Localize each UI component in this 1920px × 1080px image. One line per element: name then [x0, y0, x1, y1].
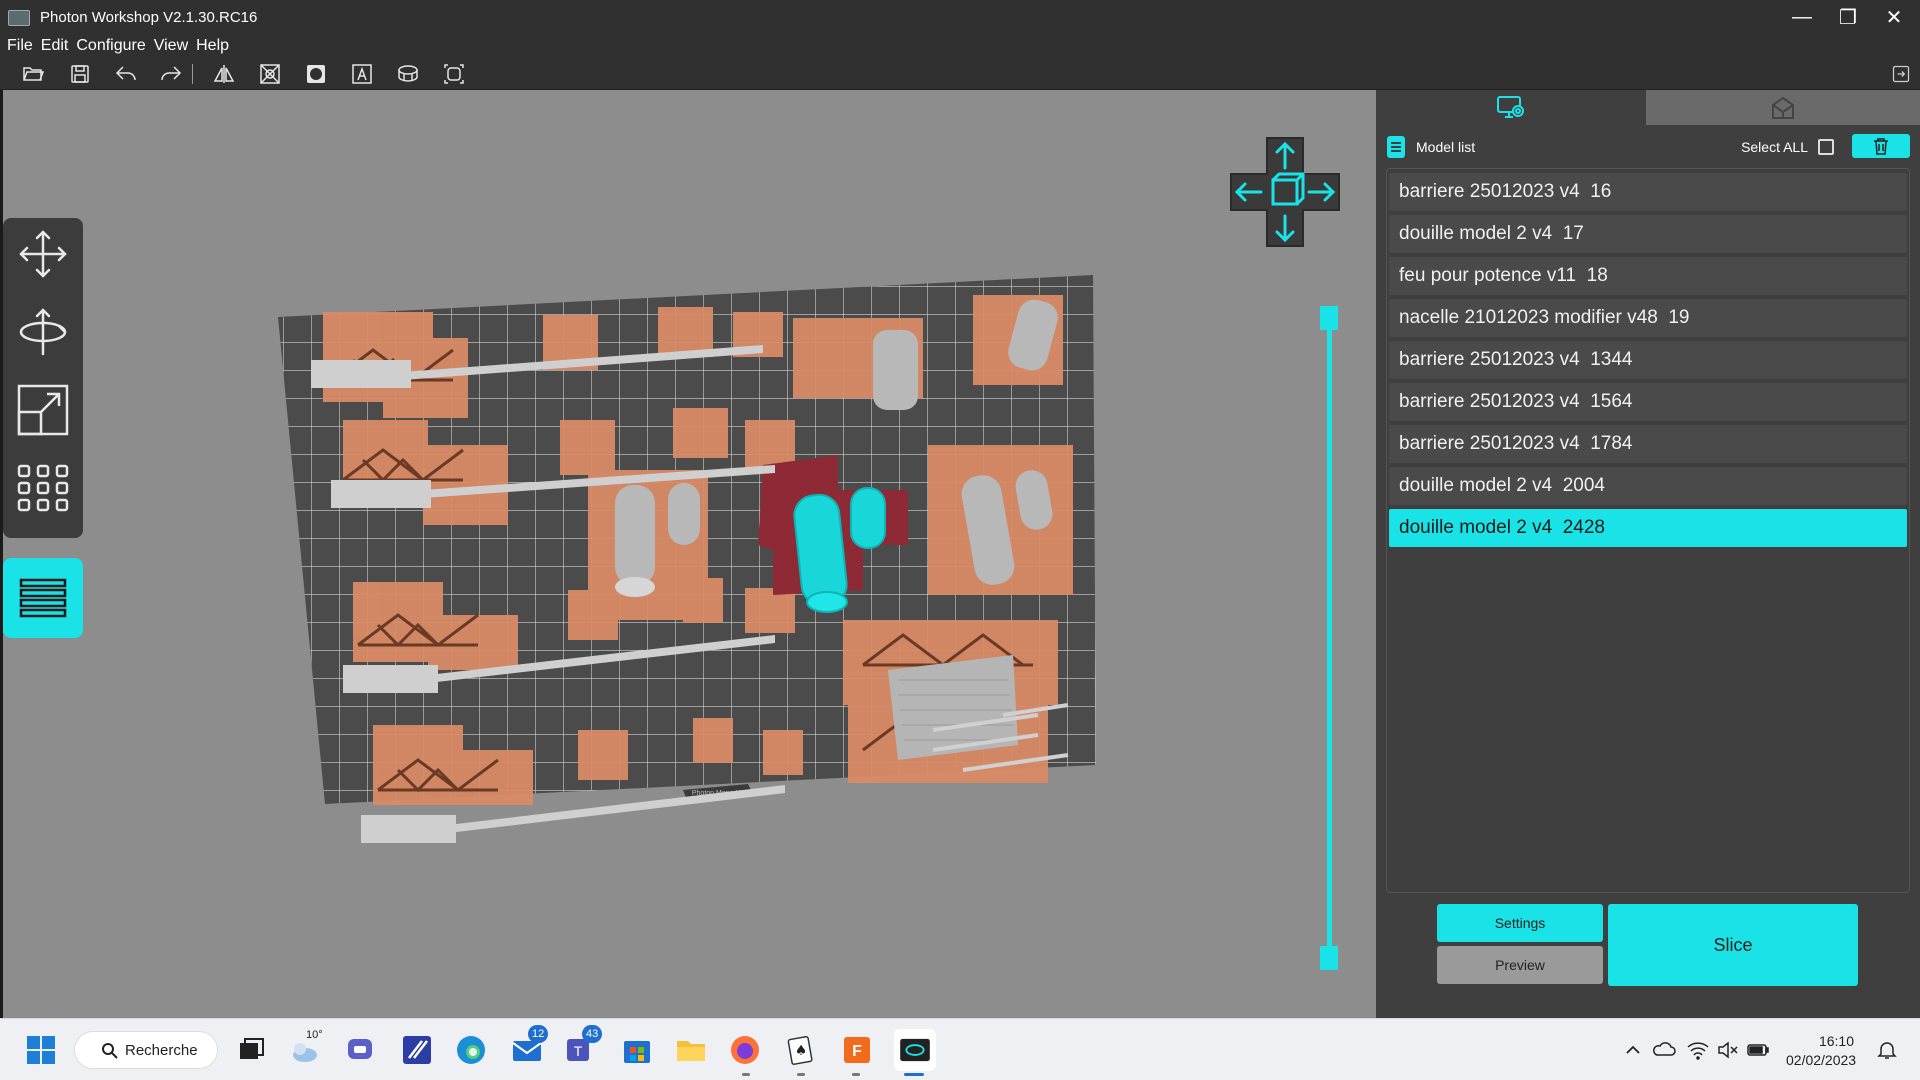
transform-toolbar: [3, 218, 83, 538]
build-plate: Photon Mono X: [3, 90, 1376, 1018]
trash-icon: [1874, 138, 1888, 155]
tab-model-settings[interactable]: [1376, 90, 1646, 125]
slice-button[interactable]: Slice: [1608, 904, 1858, 986]
exit-panel-icon[interactable]: [1891, 64, 1911, 84]
select-all-box[interactable]: [1818, 139, 1834, 155]
model-list-title: Model list: [1416, 139, 1476, 155]
edge-browser-icon[interactable]: [454, 1033, 488, 1067]
notifications-icon[interactable]: [1876, 1039, 1898, 1061]
window-controls: — ❐ ✕: [1790, 0, 1906, 35]
svg-text:♠: ♠: [795, 1043, 808, 1059]
menu-edit[interactable]: Edit: [41, 37, 69, 55]
tab-printer-settings[interactable]: [1646, 90, 1920, 125]
printer-icon: [1772, 96, 1794, 119]
settings-button[interactable]: Settings: [1437, 904, 1603, 942]
photon-workshop-taskbar-icon[interactable]: [894, 1029, 936, 1071]
select-all-label: Select ALL: [1741, 139, 1808, 155]
onedrive-icon[interactable]: [1652, 1039, 1676, 1061]
right-panel: Model list Select ALL barriere 25012023 …: [1376, 90, 1920, 1018]
menu-file[interactable]: File: [7, 37, 33, 55]
3d-viewport[interactable]: Photon Mono X: [3, 90, 1376, 1018]
teams-chat-icon[interactable]: [344, 1033, 378, 1067]
model-list-item[interactable]: barriere 25012023 v4 1564: [1389, 383, 1907, 421]
app-logo-icon: [8, 9, 30, 26]
select-all-checkbox[interactable]: Select ALL: [1741, 139, 1834, 155]
title-bar: Photon Workshop V2.1.30.RC16 — ❐ ✕: [0, 0, 1920, 35]
window-title: Photon Workshop V2.1.30.RC16: [40, 9, 258, 26]
layout-icon[interactable]: [442, 62, 466, 86]
windows-start-icon[interactable]: [24, 1033, 58, 1067]
clock-date: 02/02/2023: [1786, 1052, 1857, 1068]
task-view-icon[interactable]: [234, 1033, 268, 1067]
solitaire-icon[interactable]: ♠: [784, 1033, 818, 1067]
menu-bar: File Edit Configure View Help: [0, 35, 1920, 57]
support-icon[interactable]: [396, 62, 420, 86]
system-clock[interactable]: 16:10 02/02/2023: [1786, 1032, 1857, 1070]
model-list-item[interactable]: douille model 2 v4 17: [1389, 215, 1907, 253]
model-list-item[interactable]: barriere 25012023 v4 1784: [1389, 425, 1907, 463]
redo-icon[interactable]: [159, 62, 183, 86]
model-list-header: Model list Select ALL: [1386, 134, 1910, 160]
layer-slider-top-handle[interactable]: [1320, 306, 1338, 330]
model-list-item[interactable]: feu pour potence v11 18: [1389, 257, 1907, 295]
menu-configure[interactable]: Configure: [76, 37, 145, 55]
model-list-item[interactable]: douille model 2 v4 2428: [1389, 509, 1907, 547]
text-icon[interactable]: [350, 62, 374, 86]
fusion360-icon[interactable]: F: [840, 1033, 874, 1067]
mail-badge: 12: [528, 1025, 549, 1043]
restore-button[interactable]: ❐: [1836, 5, 1860, 30]
volume-muted-icon[interactable]: [1716, 1039, 1740, 1061]
model-list: barriere 25012023 v4 16 douille model 2 …: [1386, 168, 1910, 893]
model-list-item[interactable]: barriere 25012023 v4 1344: [1389, 341, 1907, 379]
clock-time: 16:10: [1818, 1033, 1854, 1049]
move-icon[interactable]: [15, 226, 71, 282]
taskbar-search[interactable]: Recherche: [74, 1031, 218, 1069]
panel-tabs: [1376, 90, 1920, 125]
close-button[interactable]: ✕: [1882, 5, 1906, 30]
save-icon[interactable]: [68, 62, 92, 86]
toolbar: [0, 57, 1920, 90]
teams-badge: 43: [582, 1025, 603, 1043]
rotate-icon[interactable]: [15, 304, 71, 360]
taskbar: Recherche 10° 12 T 43 ♠ F 16:10 02/02/20…: [0, 1018, 1920, 1080]
mirror-icon[interactable]: [212, 62, 236, 86]
delete-button[interactable]: [1852, 134, 1910, 158]
wifi-icon[interactable]: [1686, 1039, 1710, 1061]
menu-help[interactable]: Help: [196, 37, 229, 55]
svg-text:T: T: [574, 1043, 583, 1059]
view-navigation-cube[interactable]: [1229, 136, 1341, 248]
punch-icon[interactable]: [304, 62, 328, 86]
undo-icon[interactable]: [114, 62, 138, 86]
hollow-icon[interactable]: [258, 62, 282, 86]
arrange-icon[interactable]: [15, 460, 71, 516]
menu-view[interactable]: View: [154, 37, 188, 55]
model-list-icon: [1387, 136, 1405, 158]
preview-button[interactable]: Preview: [1437, 946, 1603, 984]
weather-temperature: 10°: [306, 1029, 323, 1041]
minimize-button[interactable]: —: [1790, 6, 1814, 29]
model-list-item[interactable]: nacelle 21012023 modifier v48 19: [1389, 299, 1907, 337]
svg-text:F: F: [852, 1043, 862, 1060]
model-list-item[interactable]: douille model 2 v4 2004: [1389, 467, 1907, 505]
file-explorer-icon[interactable]: [674, 1033, 708, 1067]
pen-app-icon[interactable]: [400, 1033, 434, 1067]
model-list-item[interactable]: barriere 25012023 v4 16: [1389, 173, 1907, 211]
scale-icon[interactable]: [15, 382, 71, 438]
firefox-icon[interactable]: [728, 1033, 762, 1067]
layer-slice-icon[interactable]: [3, 558, 83, 638]
battery-icon[interactable]: [1746, 1039, 1770, 1061]
store-icon[interactable]: [620, 1033, 654, 1067]
search-icon: [102, 1043, 118, 1059]
model-settings-icon: [1497, 95, 1524, 118]
layer-slider-bottom-handle[interactable]: [1320, 946, 1338, 970]
chevron-up-icon[interactable]: [1622, 1039, 1644, 1061]
layer-slider-track[interactable]: [1327, 318, 1332, 946]
open-icon[interactable]: [21, 62, 45, 86]
search-label: Recherche: [125, 1041, 198, 1059]
